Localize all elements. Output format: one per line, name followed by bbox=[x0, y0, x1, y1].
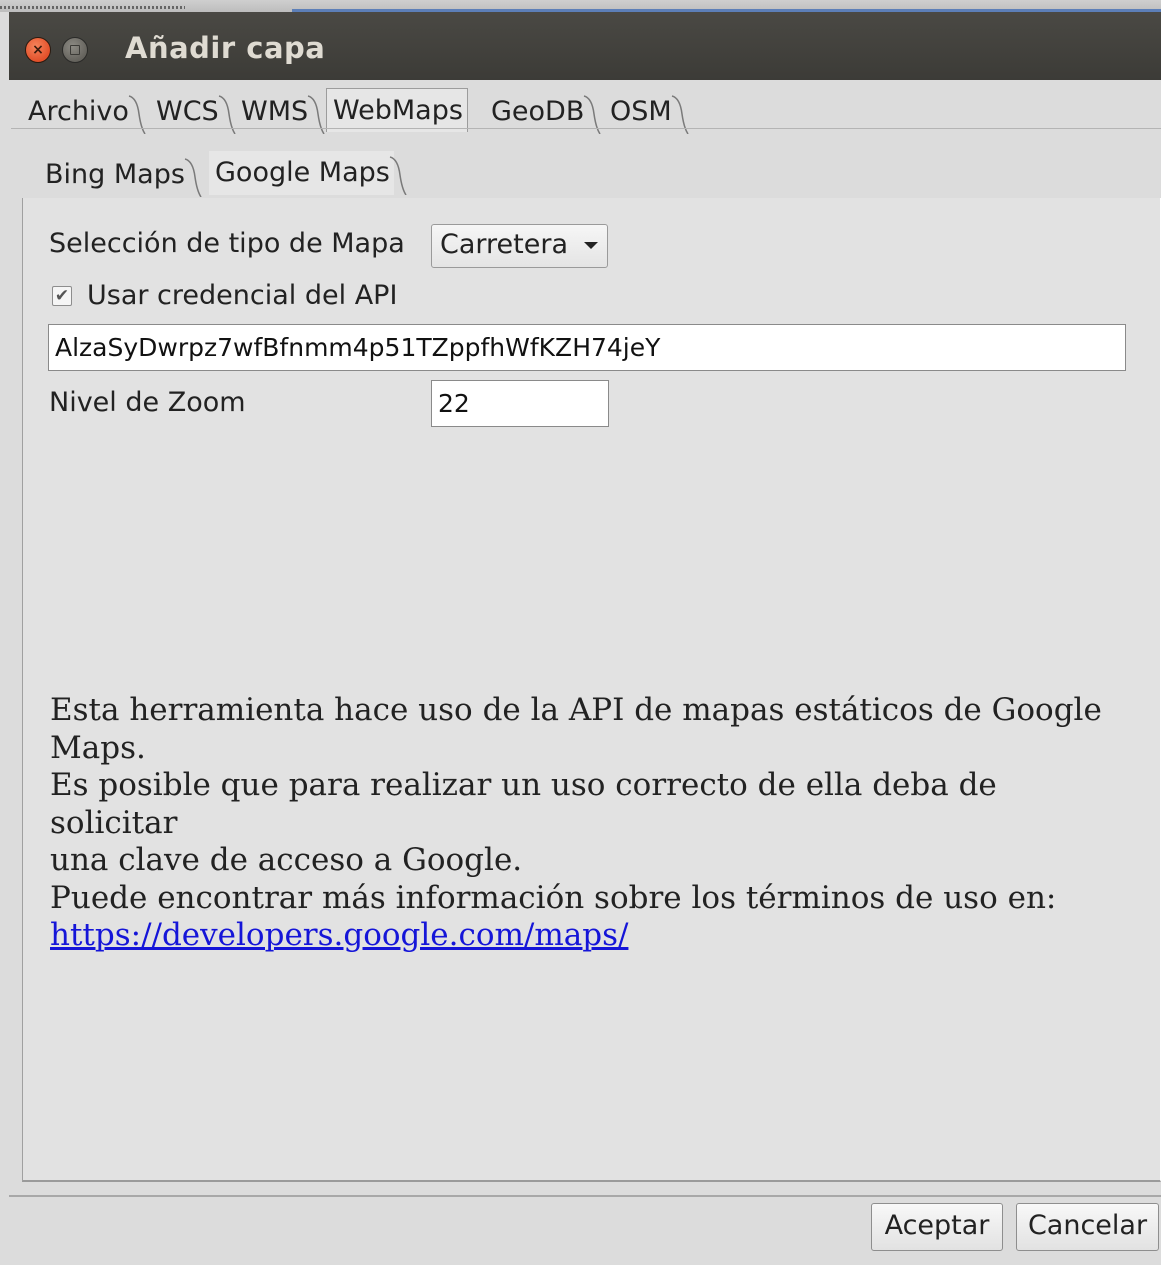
info-line: Esta herramienta hace uso de la API de m… bbox=[50, 692, 1102, 728]
info-text: Esta herramienta hace uso de la API de m… bbox=[50, 692, 1130, 955]
background-window-strip bbox=[0, 0, 1161, 12]
minimize-icon[interactable] bbox=[62, 37, 88, 63]
chevron-down-icon bbox=[584, 242, 598, 249]
tab-separator-icon bbox=[389, 156, 407, 195]
map-type-select[interactable]: Carretera bbox=[431, 224, 608, 268]
tab-label: Bing Maps bbox=[45, 159, 185, 190]
tab-label: Google Maps bbox=[215, 157, 390, 188]
api-key-field[interactable]: AlzaSyDwrpz7wfBfnmm4p51TZppfhWfKZH74jeY bbox=[48, 324, 1126, 371]
tab-separator-icon bbox=[184, 158, 202, 197]
map-type-label: Selección de tipo de Mapa bbox=[49, 228, 405, 259]
zoom-label: Nivel de Zoom bbox=[49, 387, 246, 418]
map-type-value: Carretera bbox=[440, 229, 568, 260]
title-bar: × Añadir capa bbox=[9, 12, 1161, 80]
background-ruler bbox=[0, 6, 185, 9]
tab-webmaps[interactable]: WebMaps bbox=[326, 88, 468, 132]
use-api-checkbox[interactable]: ✔ bbox=[52, 286, 72, 306]
tab-label: WCS bbox=[156, 96, 219, 127]
zoom-field[interactable]: 22 bbox=[431, 380, 609, 427]
tab-google-maps[interactable]: Google Maps bbox=[209, 151, 407, 195]
tab-label: WMS bbox=[241, 96, 309, 127]
tab-label: Archivo bbox=[28, 96, 129, 127]
tab-label: OSM bbox=[610, 96, 672, 127]
outer-tab-baseline bbox=[11, 128, 1161, 129]
tab-label: GeoDB bbox=[491, 96, 585, 127]
tab-label: WebMaps bbox=[333, 95, 463, 126]
info-line: Maps. bbox=[50, 729, 146, 766]
info-line: Es posible que para realizar un uso corr… bbox=[50, 767, 997, 841]
accept-button[interactable]: Aceptar bbox=[871, 1203, 1003, 1251]
use-api-label: Usar credencial del API bbox=[87, 280, 398, 311]
window-title: Añadir capa bbox=[125, 31, 326, 65]
tab-bing-maps[interactable]: Bing Maps bbox=[39, 153, 202, 197]
button-bar-divider bbox=[9, 1195, 1161, 1197]
info-line: una clave de acceso a Google. bbox=[50, 842, 523, 878]
cancel-button[interactable]: Cancelar bbox=[1016, 1203, 1159, 1251]
google-maps-link[interactable]: https://developers.google.com/maps/ bbox=[50, 917, 628, 953]
close-icon[interactable]: × bbox=[25, 37, 51, 63]
add-layer-dialog: × Añadir capa Archivo WCS WMS WebMaps Ge… bbox=[9, 12, 1161, 1265]
info-line: Puede encontrar más información sobre lo… bbox=[50, 879, 1057, 916]
